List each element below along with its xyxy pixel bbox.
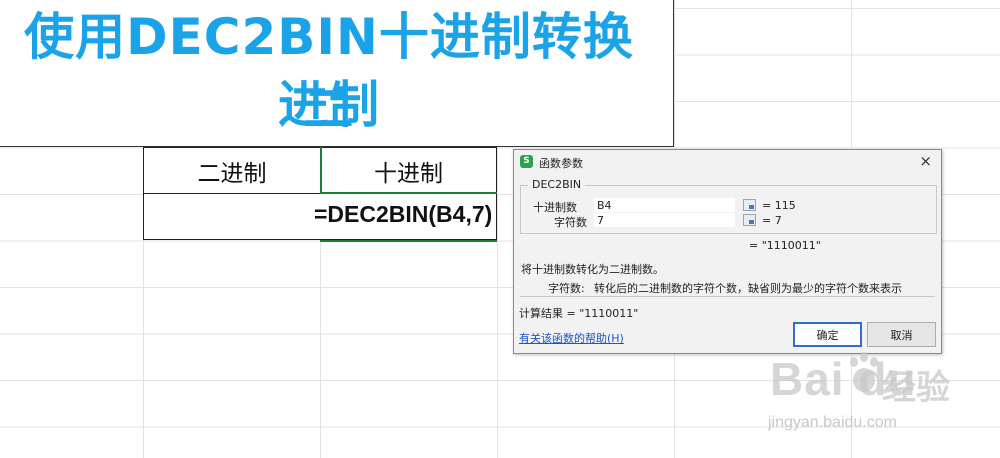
cancel-button[interactable]: 取消 (867, 322, 936, 347)
divider (520, 296, 935, 297)
header-binary-cell[interactable]: 二进制 (143, 147, 321, 194)
function-description: 将十进制数转化为二进制数。 (521, 263, 664, 276)
decimal-number-input[interactable]: B4 (594, 198, 735, 212)
range-select-icon[interactable] (743, 214, 756, 226)
active-cell-border (320, 192, 497, 194)
active-cell-left-border (320, 147, 322, 193)
wps-app-icon: S (520, 155, 533, 168)
arguments-group: DEC2BIN 十进制数 B4 = 115 字符数 7 = 7 (520, 178, 937, 234)
param-description-label: 字符数: (548, 282, 585, 295)
baidu-paw-icon (850, 352, 878, 392)
header-binary-label: 二进制 (197, 160, 267, 187)
places-label: 字符数 (554, 216, 587, 229)
active-cell-bottom-border (320, 240, 497, 242)
watermark-url: jingyan.baidu.com (768, 414, 897, 431)
cancel-button-label: 取消 (890, 328, 913, 342)
title-line-2: 进制 (278, 76, 380, 134)
function-name-legend: DEC2BIN (528, 178, 586, 191)
close-icon[interactable]: × (919, 152, 932, 170)
function-arguments-dialog: S 函数参数 × DEC2BIN 十进制数 B4 = 115 字符数 7 = 7… (513, 149, 942, 354)
calc-result: 计算结果 = "1110011" (519, 307, 639, 320)
title-merged-cell[interactable]: 使用DEC2BIN十进制转换二 进制 (0, 0, 674, 147)
param-description: 转化后的二进制数的字符个数，缺省则为最少的字符个数来表示 (594, 282, 902, 295)
range-select-icon[interactable] (743, 199, 756, 211)
dialog-titlebar[interactable]: S 函数参数 × (514, 150, 941, 174)
places-value: = 7 (762, 214, 782, 227)
function-result-preview: = "1110011" (749, 239, 821, 252)
decimal-number-label: 十进制数 (533, 201, 577, 214)
help-link[interactable]: 有关该函数的帮助(H) (519, 330, 624, 346)
ok-button-label: 确定 (816, 328, 839, 342)
watermark-brand-cn: 经验 (882, 368, 950, 408)
places-input[interactable]: 7 (594, 213, 735, 227)
header-decimal-cell[interactable]: 十进制 (320, 147, 497, 194)
header-decimal-label: 十进制 (374, 160, 443, 187)
decimal-number-value: = 115 (762, 199, 796, 212)
formula-text[interactable]: =DEC2BIN(B4,7) (314, 201, 492, 228)
dialog-title: 函数参数 (539, 157, 583, 170)
ok-button[interactable]: 确定 (793, 322, 862, 347)
